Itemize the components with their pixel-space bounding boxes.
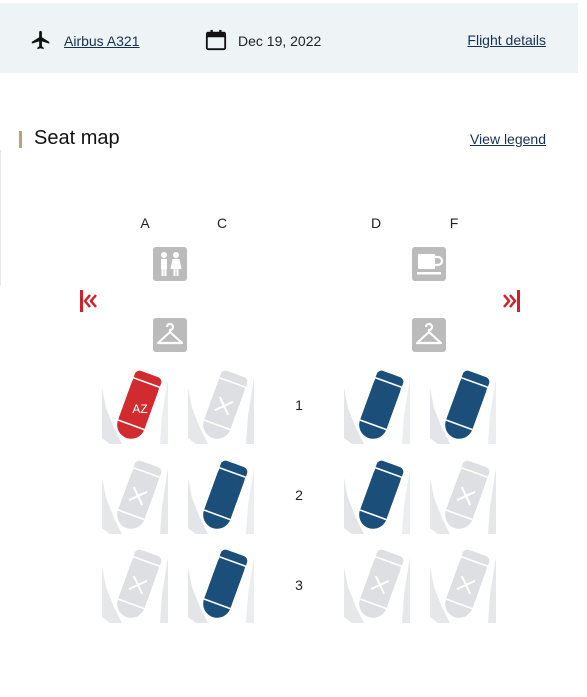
airplane-icon (31, 30, 50, 50)
seat-3d-unavailable (344, 545, 410, 623)
seat-icon (102, 460, 168, 534)
column-header-f: F (449, 215, 459, 231)
seat-1f-available[interactable] (430, 366, 496, 444)
exit-left-icon (80, 290, 97, 312)
seat-icon (344, 460, 410, 534)
seat-icon (188, 549, 254, 623)
seat-3c-available[interactable] (188, 545, 254, 623)
seat-icon (344, 370, 410, 444)
exit-right-icon (503, 290, 520, 312)
seat-2c-available[interactable] (188, 456, 254, 534)
seat-icon (430, 549, 496, 623)
row-number: 3 (295, 577, 303, 593)
aircraft-link[interactable]: Airbus A321 (64, 33, 140, 49)
seat-icon (102, 549, 168, 623)
seat-2d-available[interactable] (344, 456, 410, 534)
seat-icon (188, 370, 254, 444)
coffee-cup-icon (412, 247, 446, 281)
seat-1c-unavailable (188, 366, 254, 444)
column-header-c: C (216, 215, 228, 231)
seat-passenger-initials: AZ (132, 402, 148, 416)
flight-date: Dec 19, 2022 (238, 33, 322, 49)
seat-2a-unavailable (102, 456, 168, 534)
calendar-icon (205, 29, 227, 51)
seat-icon (430, 370, 496, 444)
column-header-a: A (140, 215, 150, 231)
page-title: Seat map (34, 127, 120, 149)
view-legend-link[interactable]: View legend (470, 131, 546, 147)
row-number: 2 (295, 487, 303, 503)
seat-1d-available[interactable] (344, 366, 410, 444)
seat-3f-unavailable (430, 545, 496, 623)
row-number: 1 (295, 397, 303, 413)
column-header-d: D (370, 215, 382, 231)
seat-2f-unavailable (430, 456, 496, 534)
flight-details-link[interactable]: Flight details (467, 32, 546, 48)
seat-icon (188, 460, 254, 534)
flight-info-bar: Airbus A321 Dec 19, 2022 Flight details (0, 3, 578, 73)
seat-icon (344, 549, 410, 623)
hanger-icon (412, 318, 446, 352)
seat-icon (430, 460, 496, 534)
title-accent-bar (19, 131, 22, 148)
seat-1a-selected[interactable]: AZ (102, 366, 168, 444)
lavatory-icon (153, 247, 187, 281)
left-divider (0, 150, 1, 285)
hanger-icon (153, 318, 187, 352)
seat-3a-unavailable (102, 545, 168, 623)
